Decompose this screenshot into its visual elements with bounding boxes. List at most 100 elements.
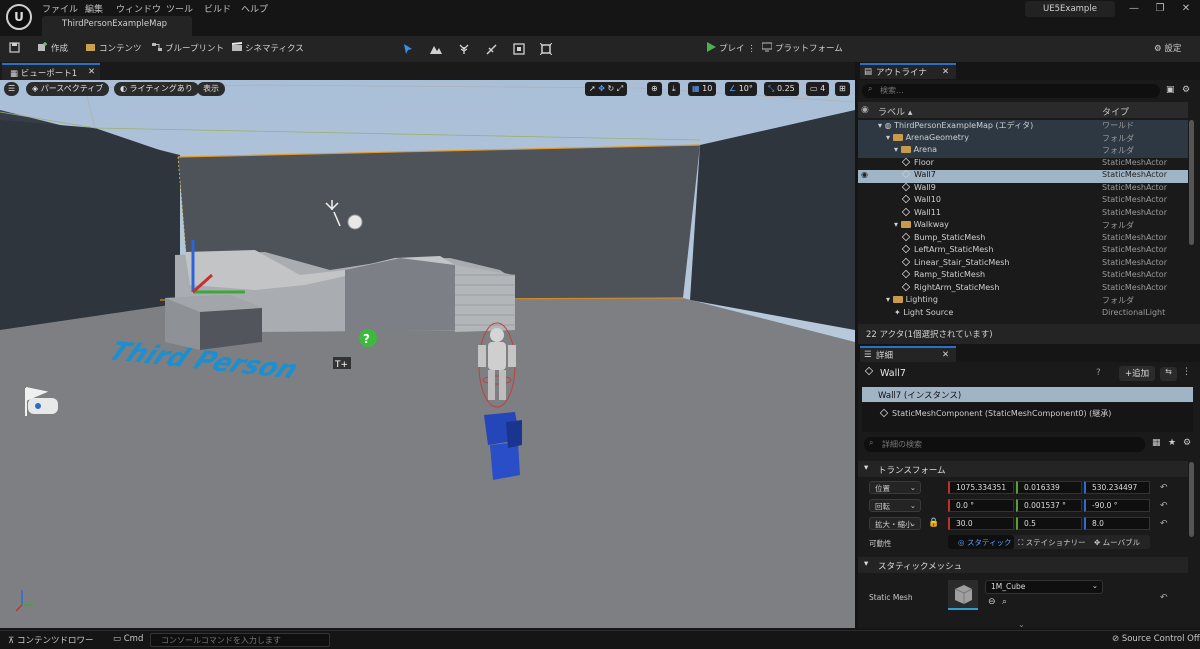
document-tab[interactable]: ThirdPersonExampleMap <box>42 16 192 36</box>
mobility-static-option[interactable]: ◎ スタティック <box>948 535 1014 549</box>
use-selected-icon[interactable]: ⊖ <box>988 597 996 607</box>
scale-x-field[interactable]: 30.0 <box>948 517 1014 530</box>
rotation-dropdown[interactable]: 回転 ⌄ <box>869 499 921 512</box>
surface-snap-toggle[interactable]: ⤓ <box>668 82 680 96</box>
maximize-icon[interactable]: ❐ <box>1152 2 1168 16</box>
rotation-z-field[interactable]: -90.0 ° <box>1084 499 1150 512</box>
console-command-input[interactable]: コンソールコマンドを入力します <box>150 633 330 647</box>
outliner-row[interactable]: ▾ ◍ ThirdPersonExampleMap (エディタ) ワールド <box>858 120 1188 133</box>
unreal-logo-icon[interactable]: U <box>6 4 32 30</box>
outliner-row[interactable]: Wall11 StaticMeshActor <box>858 207 1188 221</box>
platforms-button[interactable]: プラットフォーム <box>762 42 843 56</box>
close-tab-icon[interactable]: ✕ <box>942 67 949 77</box>
select-arrow-icon[interactable]: ➚ <box>589 84 596 93</box>
grid-view-icon[interactable]: ▦ <box>1152 438 1161 448</box>
outliner-row[interactable]: ✦ Light Source DirectionalLight <box>858 308 1188 321</box>
menu-build[interactable]: ビルド <box>204 2 231 15</box>
outliner-tab[interactable]: ▤ アウトライナ ✕ <box>860 63 956 79</box>
minimize-icon[interactable]: — <box>1126 2 1142 16</box>
location-x-field[interactable]: 1075.334351 <box>948 481 1014 494</box>
visibility-icon[interactable]: ◉ <box>861 105 869 115</box>
outliner-row[interactable]: Ramp_StaticMesh StaticMeshActor <box>858 269 1188 283</box>
perspective-button[interactable]: ◈ パースペクティブ <box>26 82 110 96</box>
grid-snap-button[interactable]: ▦ 10 <box>688 82 717 96</box>
save-icon[interactable] <box>9 42 20 56</box>
outliner-row[interactable]: ◉ Wall7 StaticMeshActor <box>858 169 1188 183</box>
play-button[interactable]: プレイ ⋮ <box>706 42 756 56</box>
show-button[interactable]: 表示 <box>197 82 225 96</box>
chevron-down-icon[interactable]: ▾ <box>894 220 901 229</box>
lighting-mode-button[interactable]: ◐ ライティングあり <box>114 82 199 96</box>
label-column-header[interactable]: ラベル ▴ <box>878 105 912 118</box>
reset-static-mesh-icon[interactable]: ↶ <box>1160 593 1168 603</box>
more-options-icon[interactable]: ⋮ <box>1182 367 1191 377</box>
viewport-menu-button[interactable]: ☰ <box>4 82 20 96</box>
content-button[interactable]: コンテンツ <box>86 42 142 56</box>
chevron-down-icon[interactable]: ▾ <box>886 133 893 142</box>
transform-tools[interactable]: ➚ ✥ ↻ ⤢ <box>585 82 628 96</box>
details-tab[interactable]: ☰ 詳細 ✕ <box>860 346 956 362</box>
play-options-icon[interactable]: ⋮ <box>745 44 756 54</box>
foliage-mode-icon[interactable] <box>458 43 470 55</box>
chevron-down-icon[interactable]: ▾ <box>894 145 901 154</box>
rotation-snap-button[interactable]: ∠ 10° <box>725 82 757 96</box>
menu-file[interactable]: ファイル <box>42 2 78 15</box>
select-mode-icon[interactable] <box>402 43 414 55</box>
translate-icon[interactable]: ✥ <box>598 84 605 93</box>
selected-actor-name[interactable]: Wall7 <box>880 368 906 379</box>
menu-edit[interactable]: 編集 <box>85 2 103 15</box>
gear-icon[interactable]: ⚙ <box>1183 438 1191 448</box>
chevron-down-icon[interactable]: ▾ <box>886 295 893 304</box>
cinematics-button[interactable]: シネマティクス <box>232 42 304 56</box>
viewport-tab[interactable]: ▦ ビューポート1 ✕ <box>2 63 100 80</box>
close-tab-icon[interactable]: ✕ <box>88 67 95 77</box>
scale-snap-button[interactable]: ⤡ 0.25 <box>764 82 799 96</box>
mobility-stationary-option[interactable]: ⛶ ステイショナリー <box>1018 537 1086 548</box>
outliner-row[interactable]: ▾ Walkway フォルダ <box>858 220 1188 233</box>
location-z-field[interactable]: 530.234497 <box>1084 481 1150 494</box>
outliner-row[interactable]: ▾ ArenaGeometry フォルダ <box>858 132 1188 145</box>
outliner-row[interactable]: LeftArm_StaticMesh StaticMeshActor <box>858 244 1188 258</box>
gear-icon[interactable]: ⚙ <box>1182 85 1190 95</box>
blueprint-convert-icon[interactable]: ⇆ <box>1160 367 1177 381</box>
location-y-field[interactable]: 0.016339 <box>1016 481 1082 494</box>
browse-search-icon[interactable]: ⌕ <box>1002 597 1007 607</box>
static-mesh-dropdown[interactable]: 1M_Cube ⌄ <box>985 580 1103 594</box>
location-dropdown[interactable]: 位置 ⌄ <box>869 481 921 494</box>
reset-rotation-icon[interactable]: ↶ <box>1160 501 1168 511</box>
settings-button[interactable]: ⚙ 設定 <box>1154 42 1181 56</box>
folder-add-icon[interactable]: ▣ <box>1166 85 1175 95</box>
outliner-row[interactable]: RightArm_StaticMesh StaticMeshActor <box>858 282 1188 296</box>
outliner-row[interactable]: Wall10 StaticMeshActor <box>858 194 1188 208</box>
level-viewport[interactable]: Third Person ? T+ ☰ ◈ パースペクティブ ◐ ライティングあ… <box>0 80 855 628</box>
reset-scale-icon[interactable]: ↶ <box>1160 519 1168 529</box>
outliner-row[interactable]: Linear_Stair_StaticMesh StaticMeshActor <box>858 257 1188 271</box>
close-window-icon[interactable]: ✕ <box>1178 2 1194 16</box>
scale-dropdown[interactable]: 拡大・縮小 ⌄ <box>869 517 921 530</box>
world-local-toggle[interactable]: ⊕ <box>647 82 662 96</box>
maximize-viewport-icon[interactable]: ⊞ <box>835 82 850 96</box>
cmd-button[interactable]: ▭ Cmd <box>113 634 143 644</box>
transform-section-header[interactable]: ▾ トランスフォーム <box>858 461 1188 477</box>
visibility-icon[interactable]: ◉ <box>861 170 868 179</box>
details-search-input[interactable]: ⌕ 詳細の検索 <box>864 437 1145 452</box>
close-tab-icon[interactable]: ✕ <box>942 350 949 360</box>
outliner-row[interactable]: Wall9 StaticMeshActor <box>858 182 1188 196</box>
source-control-button[interactable]: ⊘ Source Control Off <box>1112 634 1200 644</box>
outliner-row[interactable]: ▾ Lighting フォルダ <box>858 295 1188 308</box>
landscape-mode-icon[interactable] <box>430 43 442 55</box>
outliner-row[interactable]: Bump_StaticMesh StaticMeshActor <box>858 232 1188 246</box>
rotation-x-field[interactable]: 0.0 ° <box>948 499 1014 512</box>
add-component-button[interactable]: +追加 <box>1119 366 1156 381</box>
star-icon[interactable]: ★ <box>1168 438 1176 448</box>
reset-location-icon[interactable]: ↶ <box>1160 483 1168 493</box>
static-mesh-thumbnail[interactable] <box>948 580 978 610</box>
mobility-movable-option[interactable]: ✥ ムーバブル <box>1094 537 1140 548</box>
menu-window[interactable]: ウィンドウ <box>116 2 161 15</box>
static-mesh-section-header[interactable]: ▾ スタティックメッシュ <box>858 557 1188 573</box>
outliner-search-input[interactable]: ⌕ 検索... <box>862 84 1160 98</box>
help-icon[interactable]: ? <box>1096 368 1101 378</box>
camera-speed-button[interactable]: ▭ 4 <box>806 82 830 96</box>
type-column-header[interactable]: タイプ <box>1102 105 1129 118</box>
rotate-icon[interactable]: ↻ <box>608 84 615 93</box>
